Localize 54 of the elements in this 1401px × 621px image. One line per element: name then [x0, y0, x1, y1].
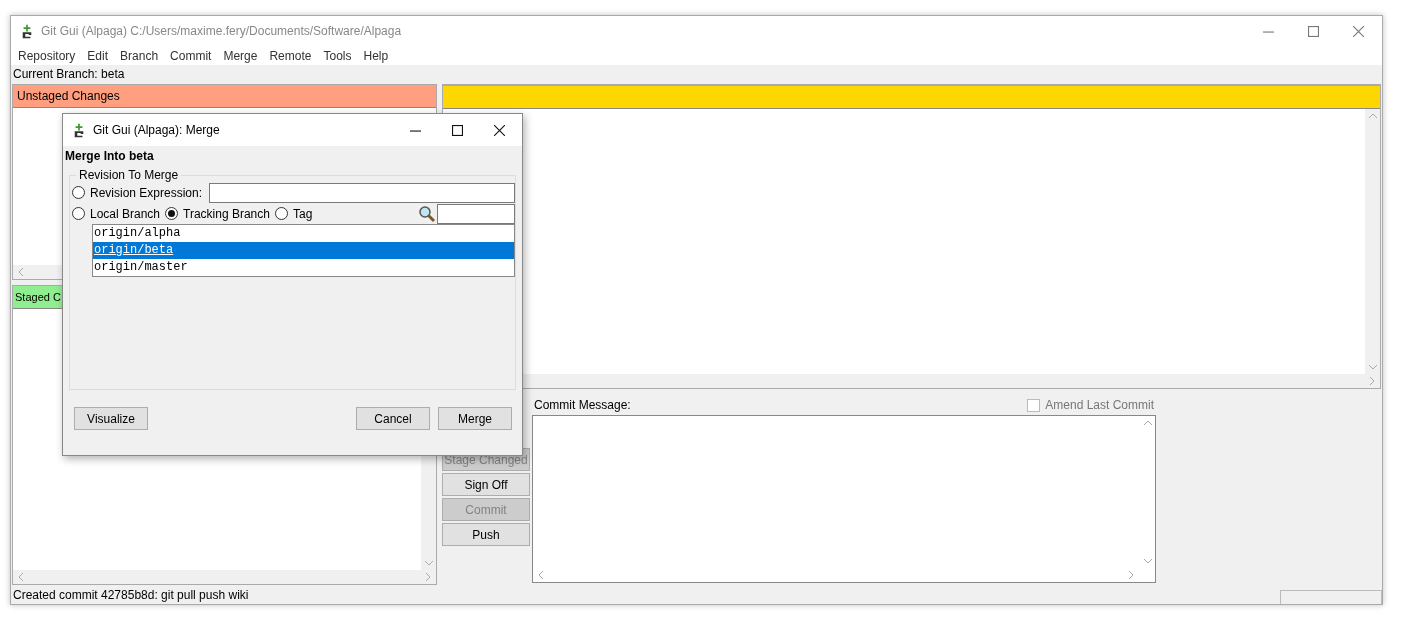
- menu-item[interactable]: Repository: [17, 48, 77, 63]
- group-label: Revision To Merge: [78, 168, 180, 182]
- radio-button[interactable]: [72, 207, 85, 220]
- option-label[interactable]: Local Branch: [90, 206, 161, 221]
- menu-item[interactable]: Branch: [119, 48, 160, 63]
- status-text: Created commit 42785b8d: git pull push wiki: [13, 587, 249, 602]
- menu-item[interactable]: Merge: [222, 48, 259, 63]
- scroll-down-icon[interactable]: [1143, 558, 1152, 564]
- current-branch-label: Current Branch: beta: [12, 66, 126, 83]
- dialog-heading: Merge Into beta: [65, 149, 155, 165]
- menu-item[interactable]: Edit: [86, 48, 110, 63]
- expression-field[interactable]: [209, 182, 516, 203]
- list-item[interactable]: origin/alpha: [93, 225, 515, 242]
- scroll-right-icon[interactable]: [425, 573, 431, 581]
- action-button[interactable]: Push: [442, 523, 530, 546]
- git-logo-icon: [73, 122, 85, 138]
- menu-item[interactable]: Commit: [169, 48, 213, 63]
- option-label[interactable]: Revision Expression:: [90, 185, 203, 200]
- pane-header: Staged C: [13, 286, 63, 309]
- search-icon: [418, 204, 437, 223]
- scroll-down-icon[interactable]: [1368, 364, 1377, 370]
- close-icon[interactable]: [494, 124, 505, 136]
- option-label[interactable]: Tag: [293, 206, 313, 221]
- horizontal-scrollbar[interactable]: [13, 570, 436, 584]
- scroll-right-icon[interactable]: [1369, 377, 1375, 385]
- radio-button[interactable]: [165, 207, 179, 220]
- maximize-icon[interactable]: [452, 124, 463, 136]
- scroll-up-icon[interactable]: [1368, 113, 1377, 119]
- menu-item[interactable]: Help: [362, 48, 390, 63]
- scroll-up-icon[interactable]: [1143, 420, 1152, 426]
- pane-header: Unstaged Changes: [13, 85, 436, 108]
- scroll-left-icon[interactable]: [18, 573, 24, 581]
- action-button[interactable]: Sign Off: [442, 473, 530, 496]
- scroll-left-icon[interactable]: [18, 268, 24, 276]
- cancel-button[interactable]: Cancel: [356, 407, 430, 430]
- option-label[interactable]: Tracking Branch: [183, 206, 270, 221]
- commit-message-field[interactable]: [532, 415, 1156, 583]
- radio-button[interactable]: [275, 207, 288, 220]
- visualize-button[interactable]: Visualize: [74, 407, 148, 430]
- merge-button[interactable]: Merge: [438, 407, 512, 430]
- window-title: Git Gui (Alpaga) C:/Users/maxime.fery/Documents/Software/Alpaga: [41, 24, 402, 38]
- dialog-title: Git Gui (Alpaga): Merge: [93, 123, 220, 137]
- filter-field[interactable]: [437, 203, 516, 224]
- scroll-down-icon[interactable]: [424, 560, 433, 566]
- scroll-left-icon[interactable]: [538, 571, 544, 579]
- radio-button[interactable]: [72, 186, 85, 199]
- vertical-scrollbar[interactable]: [1365, 109, 1380, 374]
- commit-message-label: Commit Message:: [534, 398, 631, 412]
- scroll-right-icon[interactable]: [1128, 571, 1134, 579]
- git-logo-icon: [21, 23, 33, 39]
- menu-item[interactable]: Remote: [268, 48, 313, 63]
- list-item[interactable]: origin/beta: [93, 242, 515, 259]
- menu-item[interactable]: Tools: [322, 48, 353, 63]
- list-item[interactable]: origin/master: [93, 259, 515, 276]
